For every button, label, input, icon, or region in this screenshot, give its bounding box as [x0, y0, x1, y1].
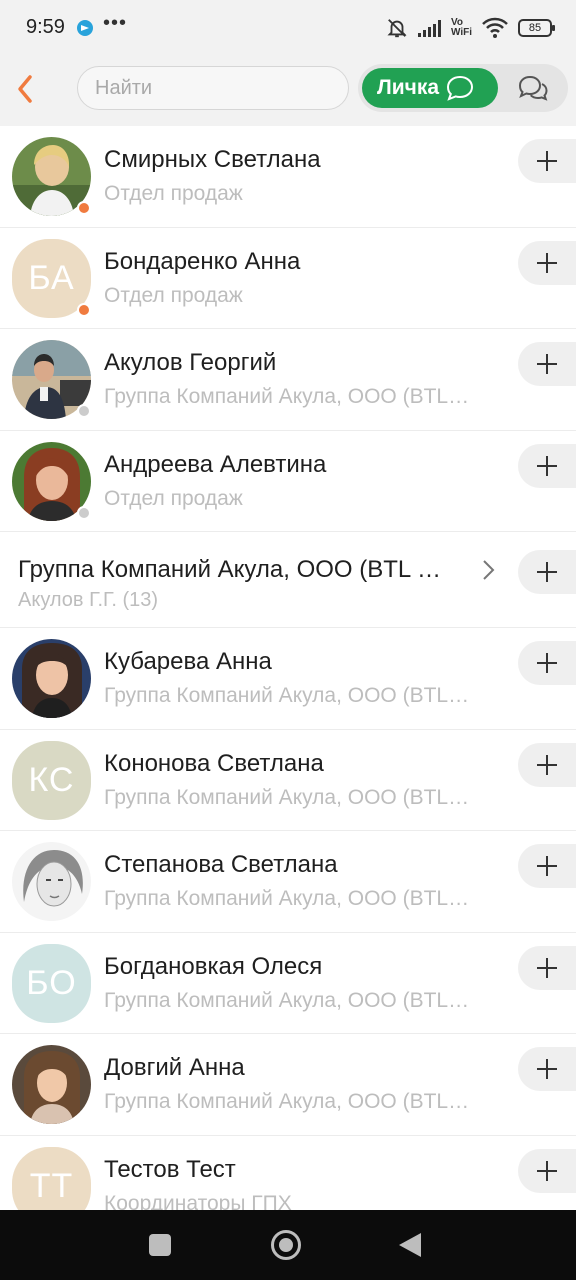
- status-bar: 9:59 ••• Vo WiFi 85: [0, 0, 576, 56]
- search-input[interactable]: [77, 66, 349, 110]
- contact-row[interactable]: Андреева Алевтина Отдел продаж: [0, 431, 576, 532]
- contact-row[interactable]: Кубарева Анна Группа Компаний Акула, ООО…: [0, 628, 576, 730]
- plus-icon: [537, 653, 557, 673]
- contact-name: Акулов Георгий: [104, 349, 277, 376]
- contact-department: Группа Компаний Акула, ООО (BTL…: [104, 988, 470, 1012]
- contact-name: Андреева Алевтина: [104, 450, 327, 478]
- signal-icon: [417, 19, 441, 37]
- add-button[interactable]: [518, 1047, 576, 1091]
- add-button[interactable]: [518, 443, 576, 488]
- recents-button[interactable]: [149, 1234, 171, 1256]
- contact-department: Группа Компаний Акула, ООО (BTL…: [104, 684, 470, 707]
- plus-icon: [537, 754, 557, 775]
- top-bar: Личка: [0, 56, 576, 126]
- contact-row[interactable]: Степанова Светлана Группа Компаний Акула…: [0, 831, 576, 933]
- avatar: [12, 1045, 91, 1124]
- add-button[interactable]: [518, 844, 576, 888]
- plus-icon: [537, 1160, 557, 1181]
- contact-row[interactable]: ТТ Тестов Тест Координаторы ГПХ: [0, 1136, 576, 1211]
- contact-name: Довгий Анна: [104, 1054, 245, 1081]
- system-nav-bar: [0, 1210, 576, 1280]
- contact-department: Координаторы ГПХ: [104, 1191, 292, 1211]
- contact-name: Кононова Светлана: [104, 749, 324, 777]
- add-button[interactable]: [518, 139, 576, 183]
- group-row[interactable]: Группа Компаний Акула, ООО (BTL … Акулов…: [0, 532, 576, 628]
- avatar-photo: [12, 842, 91, 921]
- avatar: КС: [12, 740, 91, 820]
- avatar: БО: [12, 943, 91, 1023]
- status-time: 9:59: [26, 16, 65, 38]
- add-button[interactable]: [518, 945, 576, 990]
- add-button[interactable]: [518, 1148, 576, 1193]
- contact-department: Отдел продаж: [104, 182, 243, 205]
- tab-personal[interactable]: Личка: [362, 68, 498, 108]
- bell-off-icon: [387, 19, 407, 38]
- avatar: [12, 842, 91, 921]
- contact-department: Группа Компаний Акула, ООО (BTL…: [104, 887, 470, 910]
- avatar: [12, 639, 91, 718]
- add-button[interactable]: [518, 742, 576, 787]
- contact-row[interactable]: БА Бондаренко Анна Отдел продаж: [0, 228, 576, 329]
- status-dot: [77, 302, 91, 317]
- contact-row[interactable]: Смирных Светлана Отдел продаж: [0, 126, 576, 228]
- contact-department: Отдел продаж: [104, 486, 243, 510]
- status-more: •••: [103, 12, 128, 34]
- back-button[interactable]: [10, 71, 40, 107]
- chevron-right-icon: [483, 560, 495, 580]
- tab-group-chats[interactable]: [508, 72, 558, 104]
- avatar-photo: [12, 1045, 91, 1124]
- tab-personal-label: Личка: [377, 76, 440, 99]
- plus-icon: [537, 1059, 557, 1079]
- contact-row[interactable]: БО Богдановкая Олеся Группа Компаний Аку…: [0, 933, 576, 1034]
- status-dot: [77, 201, 91, 215]
- add-button[interactable]: [518, 550, 576, 594]
- group-chat-icon: [518, 75, 548, 101]
- contact-row[interactable]: Акулов Георгий Группа Компаний Акула, ОО…: [0, 329, 576, 431]
- contact-name: Кубарева Анна: [104, 648, 272, 675]
- plus-icon: [537, 455, 557, 476]
- status-dot: [77, 505, 91, 520]
- contact-list: Смирных Светлана Отдел продаж БА Бондаре…: [0, 126, 576, 1210]
- avatar-photo: [12, 639, 91, 718]
- chat-type-switch: Личка: [358, 64, 568, 112]
- chat-bubble-icon: [447, 75, 474, 101]
- contact-name: Степанова Светлана: [104, 851, 338, 878]
- plus-icon: [537, 562, 557, 582]
- chevron-left-icon: [18, 75, 32, 103]
- contact-department: Группа Компаний Акула, ООО (BTL…: [104, 785, 470, 809]
- home-button[interactable]: [271, 1230, 301, 1260]
- contact-name: Смирных Светлана: [104, 146, 321, 173]
- wifi-icon: [482, 17, 508, 38]
- avatar: ТТ: [12, 1146, 91, 1210]
- add-button[interactable]: [518, 342, 576, 386]
- plus-icon: [537, 252, 557, 273]
- plus-icon: [537, 957, 557, 978]
- contact-department: Группа Компаний Акула, ООО (BTL…: [104, 385, 470, 408]
- battery-icon: 85: [518, 19, 555, 37]
- contact-name: Тестов Тест: [104, 1155, 236, 1183]
- add-button[interactable]: [518, 240, 576, 285]
- contact-department: Отдел продаж: [104, 283, 243, 307]
- contact-department: Группа Компаний Акула, ООО (BTL…: [104, 1090, 470, 1113]
- plus-icon: [537, 151, 557, 171]
- contact-name: Богдановкая Олеся: [104, 952, 323, 980]
- contact-row[interactable]: Довгий Анна Группа Компаний Акула, ООО (…: [0, 1034, 576, 1136]
- status-icons: Vo WiFi 85: [386, 14, 555, 42]
- system-back-button[interactable]: [399, 1233, 421, 1257]
- group-name: Группа Компаний Акула, ООО (BTL …: [18, 556, 442, 583]
- contact-row[interactable]: КС Кононова Светлана Группа Компаний Аку…: [0, 730, 576, 831]
- group-owner: Акулов Г.Г. (13): [18, 589, 159, 611]
- plus-icon: [537, 354, 557, 374]
- add-button[interactable]: [518, 641, 576, 685]
- contact-name: Бондаренко Анна: [104, 247, 301, 275]
- telegram-icon: [77, 20, 93, 36]
- status-dot: [77, 404, 91, 418]
- plus-icon: [537, 856, 557, 876]
- vowifi-icon: Vo WiFi: [450, 17, 472, 38]
